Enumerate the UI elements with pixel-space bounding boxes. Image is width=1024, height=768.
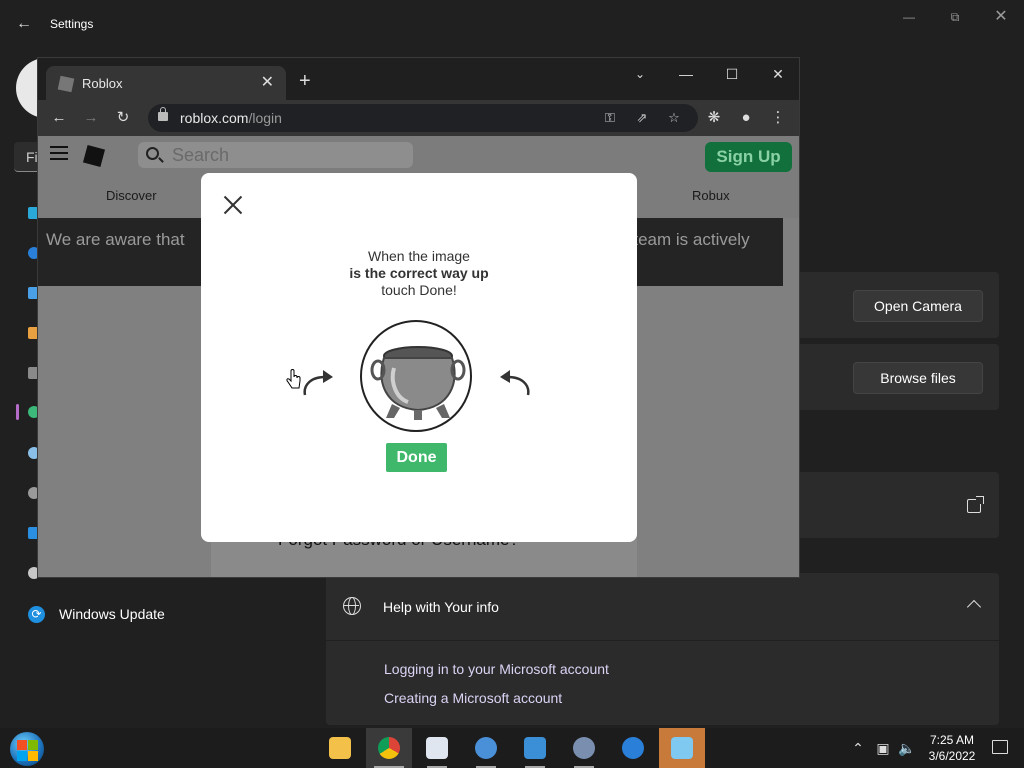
address-bar[interactable]: roblox.com/login ⚿ ⇗ ☆ <box>148 104 698 132</box>
lock-icon[interactable] <box>158 107 168 121</box>
url-host: roblox.com <box>180 110 249 126</box>
help-section-header[interactable]: Help with Your info <box>326 573 999 640</box>
instruction-line-3: touch Done! <box>381 282 457 298</box>
folder-icon <box>329 737 351 759</box>
help-link-creating-account[interactable]: Creating a Microsoft account <box>384 690 562 706</box>
star-icon[interactable]: ☆ <box>664 108 684 128</box>
help-section-body: Logging in to your Microsoft account Cre… <box>326 641 999 725</box>
paint-icon <box>475 737 497 759</box>
browser-maximize-icon[interactable]: ☐ <box>720 64 744 84</box>
nav-discover[interactable]: Discover <box>106 188 157 203</box>
external-link-icon <box>967 496 984 513</box>
key-icon[interactable]: ⚿ <box>600 108 620 128</box>
cauldron-image-icon <box>370 346 466 420</box>
banner-text-right: r team is actively <box>623 230 750 249</box>
roblox-search-input[interactable]: Search <box>138 142 413 168</box>
taskbar: ⌃ ▣ 🔈 7:25 AM 3/6/2022 <box>0 728 1024 768</box>
browse-files-button[interactable]: Browse files <box>853 362 983 394</box>
start-quad-red <box>17 740 27 750</box>
selected-indicator <box>16 404 19 420</box>
menu-kebab-icon[interactable]: ⋮ <box>768 108 788 128</box>
network-tray-icon[interactable]: ▣ <box>873 738 893 758</box>
clock-time: 7:25 AM <box>929 733 975 747</box>
start-quad-green <box>28 740 38 750</box>
nav-robux[interactable]: Robux <box>692 188 730 203</box>
remote-desktop-icon <box>671 737 693 759</box>
sidebar-item-label: Windows Update <box>59 606 165 622</box>
help-link-logging-in[interactable]: Logging in to your Microsoft account <box>384 661 609 677</box>
minimize-icon[interactable]: — <box>896 8 922 26</box>
chevron-up-icon[interactable] <box>966 599 982 615</box>
hand-cursor-icon <box>286 369 301 389</box>
profile-icon[interactable]: ● <box>736 108 756 128</box>
tab-close-icon[interactable]: ✕ <box>261 74 274 92</box>
url-text: roblox.com/login <box>180 110 282 126</box>
help-title: Help with Your info <box>383 599 499 615</box>
globe-icon <box>343 597 361 615</box>
control-panel-icon <box>524 737 546 759</box>
browser-minimize-icon[interactable]: — <box>674 64 698 84</box>
restore-icon[interactable]: ⧉ <box>942 8 968 26</box>
taskbar-paint[interactable] <box>463 728 509 768</box>
browser-close-icon[interactable]: ✕ <box>766 64 790 84</box>
roblox-logo-icon[interactable] <box>82 144 106 168</box>
search-placeholder: Search <box>172 145 230 165</box>
tab-roblox[interactable]: Roblox ✕ <box>46 66 286 102</box>
new-tab-icon[interactable]: + <box>299 70 311 92</box>
settings-titlebar: ← Settings — ⧉ ✕ <box>0 0 1024 48</box>
close-icon[interactable]: ✕ <box>988 8 1014 26</box>
forward-icon[interactable]: → <box>81 108 101 128</box>
reload-icon[interactable]: ↻ <box>113 108 133 128</box>
sign-up-button[interactable]: Sign Up <box>705 142 792 172</box>
url-path: /login <box>248 110 282 126</box>
browser-toolbar: ← → ↻ roblox.com/login ⚿ ⇗ ☆ ❋ ● ⋮ <box>38 100 799 136</box>
start-quad-yellow <box>28 751 38 761</box>
taskbar-settings[interactable] <box>561 728 607 768</box>
open-camera-button[interactable]: Open Camera <box>853 290 983 322</box>
taskbar-file-explorer[interactable] <box>317 728 363 768</box>
taskbar-chrome[interactable] <box>366 728 412 768</box>
tab-search-chevron-icon[interactable]: ⌄ <box>628 64 652 84</box>
search-icon <box>146 147 159 160</box>
tab-title: Roblox <box>82 76 123 91</box>
done-button[interactable]: Done <box>386 443 447 472</box>
tray-chevron-up-icon[interactable]: ⌃ <box>848 738 868 758</box>
taskbar-notepad[interactable] <box>414 728 460 768</box>
extensions-icon[interactable]: ❋ <box>704 108 724 128</box>
volume-icon[interactable]: 🔈 <box>897 738 917 758</box>
help-icon <box>622 737 644 759</box>
rotate-right-arrow-icon[interactable] <box>496 363 536 403</box>
hamburger-menu-icon[interactable] <box>50 146 68 160</box>
sidebar-item-windows-update[interactable]: ⟳ Windows Update <box>28 604 165 624</box>
captcha-image <box>360 320 472 432</box>
taskbar-control-panel[interactable] <box>512 728 558 768</box>
share-icon[interactable]: ⇗ <box>632 108 652 128</box>
back-arrow-icon[interactable]: ← <box>14 14 34 34</box>
close-icon[interactable] <box>223 195 243 215</box>
system-clock[interactable]: 7:25 AM 3/6/2022 <box>926 732 978 764</box>
captcha-modal: When the image is the correct way up tou… <box>201 173 637 542</box>
gear-icon <box>573 737 595 759</box>
taskbar-remote-app[interactable] <box>659 728 705 768</box>
taskbar-get-help[interactable] <box>610 728 656 768</box>
notepad-icon <box>426 737 448 759</box>
back-icon[interactable]: ← <box>49 108 69 128</box>
windows-update-icon: ⟳ <box>28 605 45 623</box>
banner-text-left: We are aware that <box>46 230 185 249</box>
rotate-left-arrow-icon[interactable] <box>297 363 337 403</box>
settings-title: Settings <box>50 17 94 31</box>
notification-icon[interactable] <box>992 740 1008 754</box>
start-windows-icon[interactable] <box>10 732 44 766</box>
chrome-icon <box>378 737 400 759</box>
instruction-line-1: When the image <box>368 248 470 264</box>
clock-date: 3/6/2022 <box>928 749 976 763</box>
instruction-line-2: is the correct way up <box>349 265 489 281</box>
roblox-favicon-icon <box>57 75 75 93</box>
start-quad-blue <box>17 751 27 761</box>
